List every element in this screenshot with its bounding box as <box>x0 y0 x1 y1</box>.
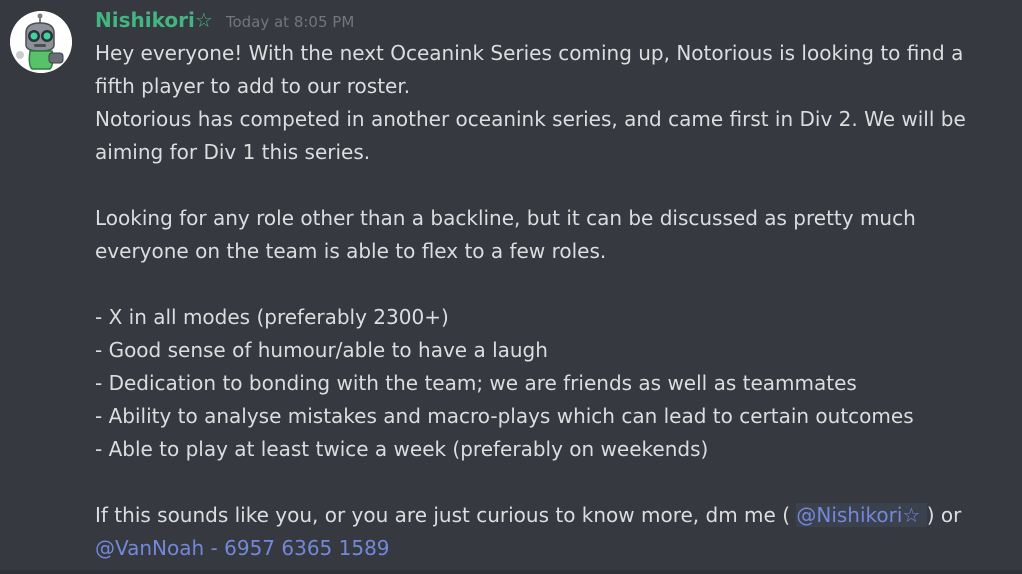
author-name[interactable]: Nishikori☆ <box>95 8 213 32</box>
requirement-item: - Ability to analyse mistakes and macro-… <box>95 404 914 428</box>
message-timestamp: Today at 8:05 PM <box>225 13 355 31</box>
message-line: fifth player to add to our roster. <box>95 74 411 98</box>
requirement-item: - X in all modes (preferably 2300+) <box>95 305 449 329</box>
message-body: Hey everyone! With the next Oceanink Ser… <box>95 37 995 565</box>
user-mention[interactable]: @Nishikori☆ <box>796 503 927 527</box>
closing-text-end: ) or <box>926 503 962 527</box>
message-line: Notorious has competed in another oceani… <box>95 107 966 131</box>
message-line: everyone on the team is able to flex to … <box>95 239 607 263</box>
message-line: aiming for Div 1 this series. <box>95 140 371 164</box>
contact-mention[interactable]: @VanNoah - 6957 6365 1589 <box>95 536 390 560</box>
message-line: Looking for any role other than a backli… <box>95 206 916 230</box>
chat-message: Nishikori☆ Today at 8:05 PM Hey everyone… <box>0 0 1022 574</box>
closing-line: If this sounds like you, or you are just… <box>95 499 995 532</box>
bottom-divider <box>0 570 1022 574</box>
requirement-item: - Dedication to bonding with the team; w… <box>95 371 857 395</box>
contact-line: @VanNoah - 6957 6365 1589 <box>95 532 995 565</box>
message-header: Nishikori☆ Today at 8:05 PM <box>95 8 354 36</box>
requirement-item: - Able to play at least twice a week (pr… <box>95 437 709 461</box>
closing-text: If this sounds like you, or you are just… <box>95 503 797 527</box>
requirement-item: - Good sense of humour/able to have a la… <box>95 338 548 362</box>
message-line: Hey everyone! With the next Oceanink Ser… <box>95 41 964 65</box>
user-avatar[interactable] <box>10 11 72 73</box>
robot-avatar-icon <box>10 11 72 73</box>
